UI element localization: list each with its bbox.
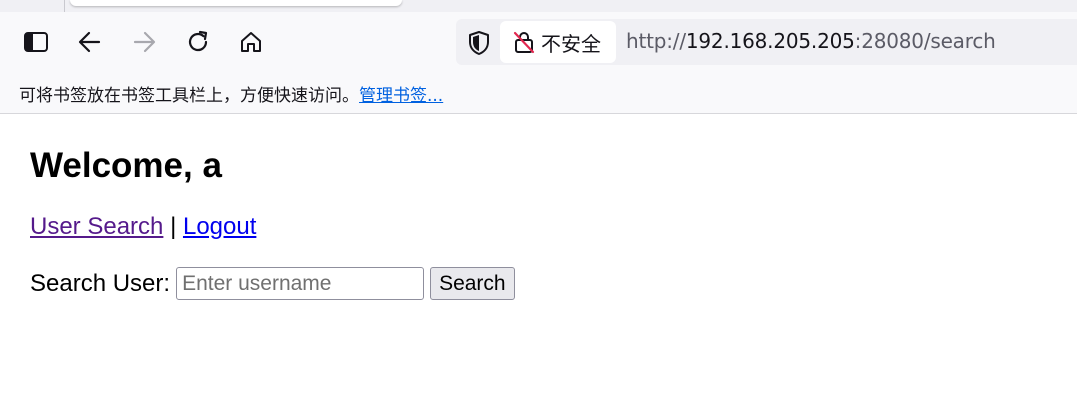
reload-icon — [188, 30, 208, 52]
user-search-link[interactable]: User Search — [30, 213, 163, 240]
url-text[interactable]: http://192.168.205.205:28080/search — [626, 29, 996, 53]
sidebar-icon — [24, 32, 48, 52]
search-label: Search User: — [30, 269, 171, 297]
bookmarks-hint: 可将书签放在书签工具栏上，方便快速访问。 — [19, 86, 359, 106]
search-button[interactable]: Search — [430, 267, 515, 300]
forward-icon — [133, 31, 156, 53]
url-path: :28080/search — [854, 29, 996, 53]
home-icon — [241, 32, 261, 52]
address-bar[interactable]: 不安全 http://192.168.205.205:28080/search — [456, 19, 1077, 65]
browser-toolbar: 不安全 http://192.168.205.205:28080/search — [0, 12, 1077, 74]
page-content: Welcome, a User Search | Logout Search U… — [30, 115, 1070, 300]
insecure-lock-icon — [513, 31, 535, 54]
bookmarks-toolbar: 可将书签放在书签工具栏上，方便快速访问。 管理书签... — [0, 74, 1077, 114]
sidebar-toggle-button[interactable] — [20, 26, 52, 58]
manage-bookmarks-link[interactable]: 管理书签... — [359, 81, 443, 106]
nav-links: User Search | Logout — [30, 213, 1070, 241]
back-button[interactable] — [74, 26, 106, 58]
forward-button[interactable] — [128, 26, 160, 58]
search-form: Search User: Search — [30, 267, 1070, 300]
tab-strip — [0, 0, 1077, 12]
back-icon — [78, 31, 101, 53]
url-scheme: http:// — [626, 29, 686, 53]
nav-separator: | — [170, 213, 177, 240]
tab-separator — [64, 0, 65, 12]
username-search-input[interactable] — [176, 267, 425, 300]
reload-button[interactable] — [182, 26, 214, 58]
home-button[interactable] — [235, 26, 267, 58]
url-host: 192.168.205.205 — [685, 29, 855, 53]
shield-icon[interactable] — [466, 30, 492, 56]
page-title: Welcome, a — [30, 146, 222, 185]
site-security-button[interactable]: 不安全 — [500, 21, 616, 63]
active-tab[interactable] — [70, 0, 402, 6]
logout-link[interactable]: Logout — [183, 213, 256, 240]
security-label: 不安全 — [541, 31, 601, 56]
